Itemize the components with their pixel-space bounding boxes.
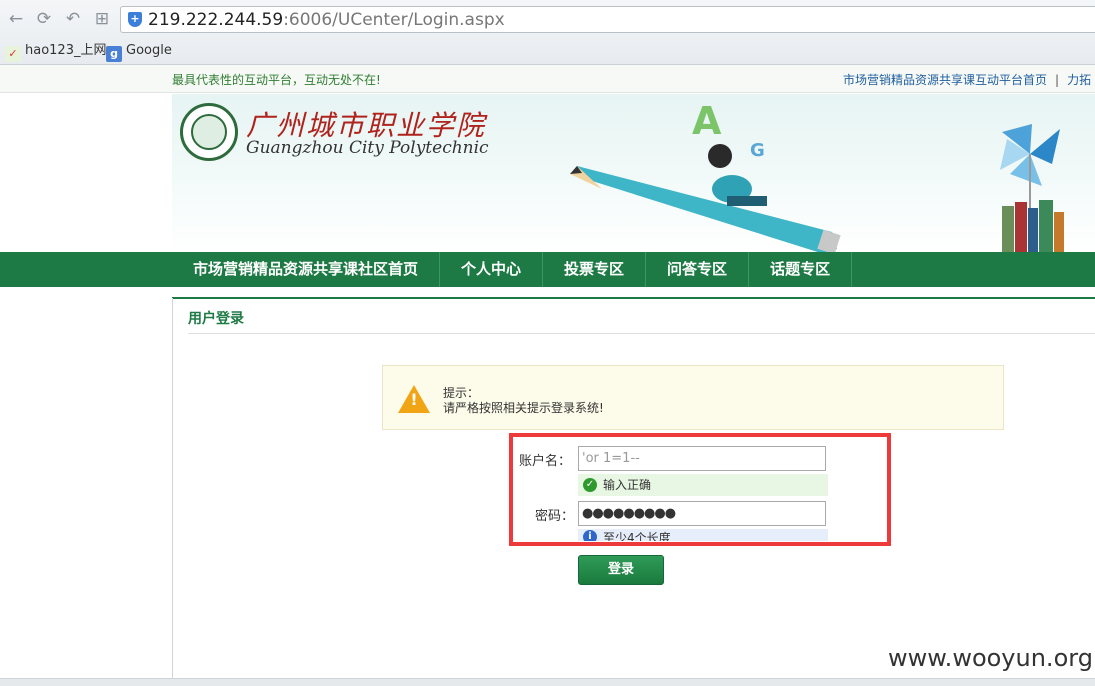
back-icon[interactable]: ← [5, 8, 27, 30]
address-bar[interactable]: + 219.222.244.59:6006/UCenter/Login.aspx [120, 6, 1095, 33]
more-link[interactable]: 力拓 [1067, 73, 1091, 87]
nav-item-community-home[interactable]: 市场营销精品资源共享课社区首页 [172, 252, 441, 287]
nav-item-topics[interactable]: 话题专区 [749, 252, 853, 287]
google-icon: g [106, 46, 122, 62]
site-banner: 广州城市职业学院 Guangzhou City Polytechnic A G [172, 94, 1095, 252]
password-label: 密码： [535, 509, 575, 524]
browser-toolbar: ← ⟳ ↶ ⊞ + 219.222.244.59:6006/UCenter/Lo… [0, 0, 1095, 38]
top-links: 市场营销精品资源共享课互动平台首页 | 力拓 [843, 71, 1091, 88]
site-slogan: 最具代表性的互动平台，互动无处不在! [172, 73, 381, 87]
watermark: www.wooyun.org [888, 644, 1093, 672]
nav-item-qa[interactable]: 问答专区 [646, 252, 750, 287]
browser-status-bar [0, 678, 1095, 686]
bookmark-google[interactable]: g Google [106, 41, 172, 62]
page-title: 用户登录 [188, 311, 244, 327]
login-button[interactable]: 登录 [578, 555, 664, 585]
tip-text: 请严格按照相关提示登录系统! [443, 401, 604, 415]
security-shield-icon: + [128, 12, 142, 27]
panel-left-border [172, 298, 173, 678]
url-text: 219.222.244.59:6006/UCenter/Login.aspx [148, 10, 505, 30]
browser-chrome: ← ⟳ ↶ ⊞ + 219.222.244.59:6006/UCenter/Lo… [0, 0, 1095, 65]
bookmarks-bar: ✓ hao123_上网 g Google [0, 38, 1095, 64]
title-divider [188, 333, 1095, 334]
banner-illustration: A G [570, 99, 1064, 252]
username-label: 账户名： [519, 454, 572, 469]
top-strip: 最具代表性的互动平台，互动无处不在! 市场营销精品资源共享课互动平台首页 | 力拓 [0, 65, 1095, 93]
username-input[interactable]: 'or 1=1-- [578, 446, 826, 471]
undo-icon[interactable]: ↶ [62, 8, 84, 30]
tip-box: ! 提示： 请严格按照相关提示登录系统! [382, 365, 1004, 430]
apps-grid-icon[interactable]: ⊞ [91, 8, 113, 30]
home-link[interactable]: 市场营销精品资源共享课互动平台首页 [843, 73, 1047, 87]
svg-text:A: A [692, 99, 722, 143]
checkmark-icon: ✓ [583, 478, 597, 492]
reload-icon[interactable]: ⟳ [33, 8, 55, 30]
bookmark-hao123[interactable]: ✓ hao123_上网 [5, 41, 106, 62]
hao123-icon: ✓ [5, 46, 21, 62]
nav-item-voting[interactable]: 投票专区 [543, 252, 647, 287]
password-input[interactable]: ●●●●●●●●● [578, 501, 826, 526]
nav-item-personal-center[interactable]: 个人中心 [440, 252, 544, 287]
svg-text:G: G [750, 140, 765, 161]
username-valid-message: ✓ 输入正确 [578, 474, 828, 496]
link-separator: | [1055, 73, 1060, 87]
panel-top-border [172, 297, 1095, 299]
password-hint-message: i 至少4个长度 [578, 529, 828, 541]
main-nav: 市场营销精品资源共享课社区首页 个人中心 投票专区 问答专区 话题专区 [0, 252, 1095, 287]
info-icon: i [583, 530, 597, 541]
